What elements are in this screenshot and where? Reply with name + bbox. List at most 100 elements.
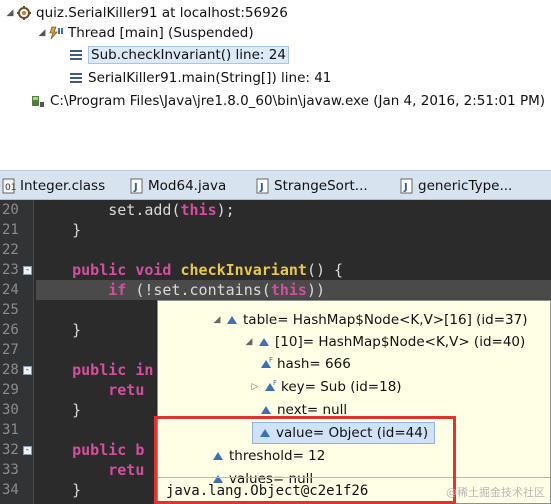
variable-label: threshold= 12 — [229, 448, 326, 464]
code-token: contains — [189, 281, 262, 299]
line-number-gutter: 20 21 22 23-24 25 26 27 28-29 30 31 32-33 34 — [0, 200, 34, 504]
line-number: 23 — [2, 262, 19, 278]
java-file-icon: J — [130, 178, 144, 194]
code-token: } — [36, 401, 82, 419]
code-line[interactable]: } — [36, 480, 81, 500]
line-number: 29 — [2, 382, 19, 398]
expand-twisty-icon[interactable]: ▷ — [248, 382, 262, 392]
debug-view: ◢ quiz.SerialKiller91 at localhost:56926… — [0, 0, 551, 160]
code-token: } — [36, 321, 82, 339]
code-line[interactable]: set.add(this); — [36, 200, 234, 220]
thread-label: Thread [main] (Suspended) — [68, 25, 254, 41]
tab-strangesort[interactable]: J StrangeSort... — [256, 175, 368, 197]
code-token: checkInvariant — [180, 261, 307, 279]
tab-generictype[interactable]: J genericType... — [400, 175, 512, 197]
variable-row[interactable]: value= Object (id=44) — [252, 422, 436, 444]
line-number: 27 — [2, 342, 19, 358]
fold-collapse-icon[interactable]: - — [23, 266, 32, 275]
final-field-icon: F — [258, 356, 274, 372]
variable-row[interactable]: threshold= 12 — [210, 445, 325, 467]
stack-frame-label: SerialKiller91.main(String[]) line: 41 — [88, 70, 332, 86]
popup-divider — [158, 477, 550, 478]
variable-row[interactable]: next= null — [258, 399, 347, 421]
line-number: 32 — [2, 442, 19, 458]
code-line[interactable]: } — [36, 220, 81, 240]
code-token: if — [108, 281, 127, 299]
variable-row[interactable]: ◢ table= HashMap$Node<K,V>[16] (id=37) — [210, 309, 528, 331]
code-token: )) — [306, 281, 325, 299]
collapse-twisty-icon[interactable]: ◢ — [4, 8, 16, 18]
current-code-line[interactable]: if (!set.contains(this)) — [36, 280, 551, 300]
tab-label: Integer.class — [20, 178, 106, 194]
line-number: 24 — [2, 282, 19, 298]
svg-text:J: J — [259, 182, 264, 193]
code-token: public — [72, 441, 127, 459]
variable-row[interactable]: Fhash= 666 — [258, 353, 351, 375]
variable-label: value= Object (id=44) — [276, 425, 429, 441]
svg-text:F: F — [269, 356, 273, 364]
code-token: (! — [126, 281, 154, 299]
svg-text:01: 01 — [5, 183, 16, 193]
code-line[interactable]: public void checkInvariant() { — [36, 260, 343, 280]
code-line[interactable]: } — [36, 400, 81, 420]
code-line[interactable]: } — [36, 320, 81, 340]
code-line[interactable]: retu — [36, 460, 144, 480]
class-file-icon: 01 — [2, 178, 16, 194]
collapse-twisty-icon[interactable]: ◢ — [242, 337, 256, 347]
line-number: 30 — [2, 402, 19, 418]
code-token: this — [270, 281, 307, 299]
field-icon — [256, 334, 272, 350]
code-token: } — [36, 481, 82, 499]
code-token: set — [108, 201, 136, 219]
thread-row[interactable]: ◢ Thread [main] (Suspended) — [36, 22, 254, 44]
line-number: 34 — [2, 482, 19, 498]
code-line[interactable]: retu — [36, 380, 144, 400]
tab-mod64-java[interactable]: J Mod64.java — [130, 175, 226, 197]
debug-target-row[interactable]: ◢ quiz.SerialKiller91 at localhost:56926 — [4, 2, 288, 24]
variable-label: next= null — [277, 402, 348, 418]
code-line[interactable]: public in — [36, 360, 153, 380]
variable-label: table= HashMap$Node<K,V>[16] (id=37) — [243, 312, 528, 328]
java-file-icon: J — [400, 178, 414, 194]
variable-hover-popup[interactable]: ◢ table= HashMap$Node<K,V>[16] (id=37) ◢ [1… — [157, 300, 551, 504]
line-number: 26 — [2, 322, 19, 338]
stack-frame-icon — [68, 70, 84, 86]
stack-frame-row[interactable]: SerialKiller91.main(String[]) line: 41 — [68, 67, 331, 89]
code-token: add — [144, 201, 172, 219]
java-file-icon: J — [256, 178, 270, 194]
variable-row[interactable]: ◢ [10]= HashMap$Node<K,V> (id=40) — [242, 331, 526, 353]
line-number: 33 — [2, 462, 19, 478]
code-line[interactable]: public b — [36, 440, 144, 460]
variable-row[interactable]: ▷ Fkey= Sub (id=18) — [248, 376, 402, 398]
code-token: retu — [108, 381, 145, 399]
editor-tab-bar: 01 Integer.class J Mod64.java J StrangeS… — [0, 170, 551, 200]
svg-text:J: J — [133, 182, 138, 193]
stack-frame-row[interactable]: Sub.checkInvariant() line: 24 — [68, 44, 289, 66]
line-number: 22 — [2, 242, 19, 258]
fold-collapse-icon[interactable]: - — [23, 446, 32, 455]
collapse-twisty-icon[interactable]: ◢ — [36, 28, 48, 38]
code-token: in — [135, 361, 154, 379]
process-row[interactable]: C:\Program Files\Java\jre1.8.0_60\bin\ja… — [30, 90, 545, 112]
code-token: ( — [171, 201, 181, 219]
code-token: } — [36, 221, 82, 239]
collapse-twisty-icon[interactable]: ◢ — [210, 315, 224, 325]
tab-label: Mod64.java — [148, 178, 227, 194]
fold-collapse-icon[interactable]: - — [23, 366, 32, 375]
variable-label: hash= 666 — [277, 356, 351, 372]
process-label: C:\Program Files\Java\jre1.8.0_60\bin\ja… — [50, 93, 546, 109]
watermark: @稀土掘金技术社区 — [446, 486, 545, 499]
tab-integer-class[interactable]: 01 Integer.class — [2, 175, 105, 197]
code-token: . — [180, 281, 190, 299]
code-token: b — [135, 441, 145, 459]
